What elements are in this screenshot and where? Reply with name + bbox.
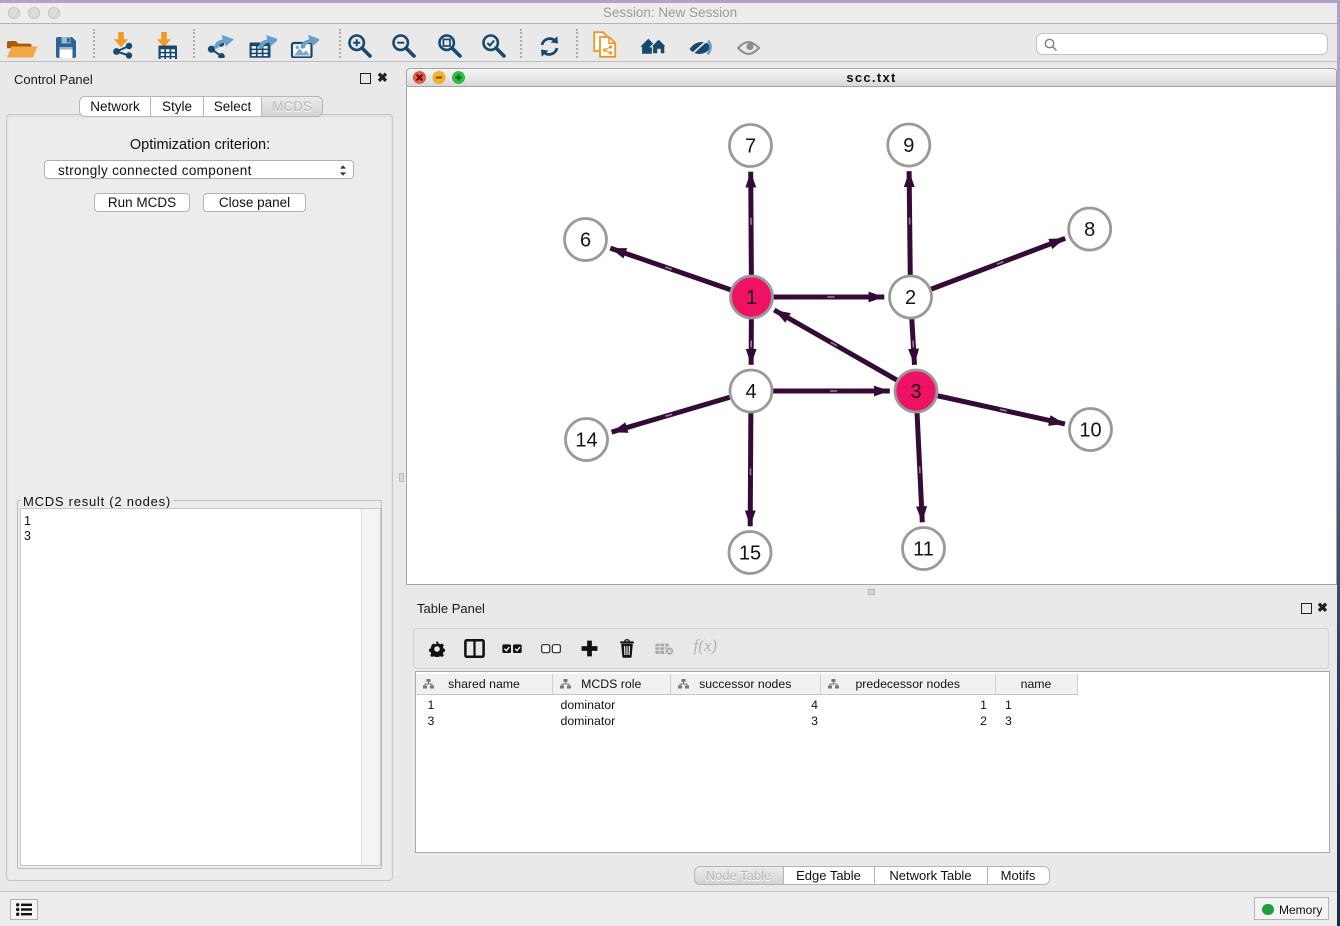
svg-text:7: 7 bbox=[744, 135, 755, 157]
svg-text:3: 3 bbox=[910, 381, 921, 403]
svg-text:2: 2 bbox=[904, 287, 915, 309]
svg-text:11: 11 bbox=[913, 538, 934, 560]
svg-text:14: 14 bbox=[575, 429, 597, 451]
svg-text:15: 15 bbox=[738, 542, 760, 564]
svg-text:9: 9 bbox=[903, 135, 914, 157]
svg-text:1: 1 bbox=[745, 287, 756, 309]
svg-text:6: 6 bbox=[579, 229, 590, 251]
svg-text:10: 10 bbox=[1079, 419, 1101, 441]
svg-text:4: 4 bbox=[745, 381, 756, 403]
svg-text:8: 8 bbox=[1084, 219, 1095, 241]
